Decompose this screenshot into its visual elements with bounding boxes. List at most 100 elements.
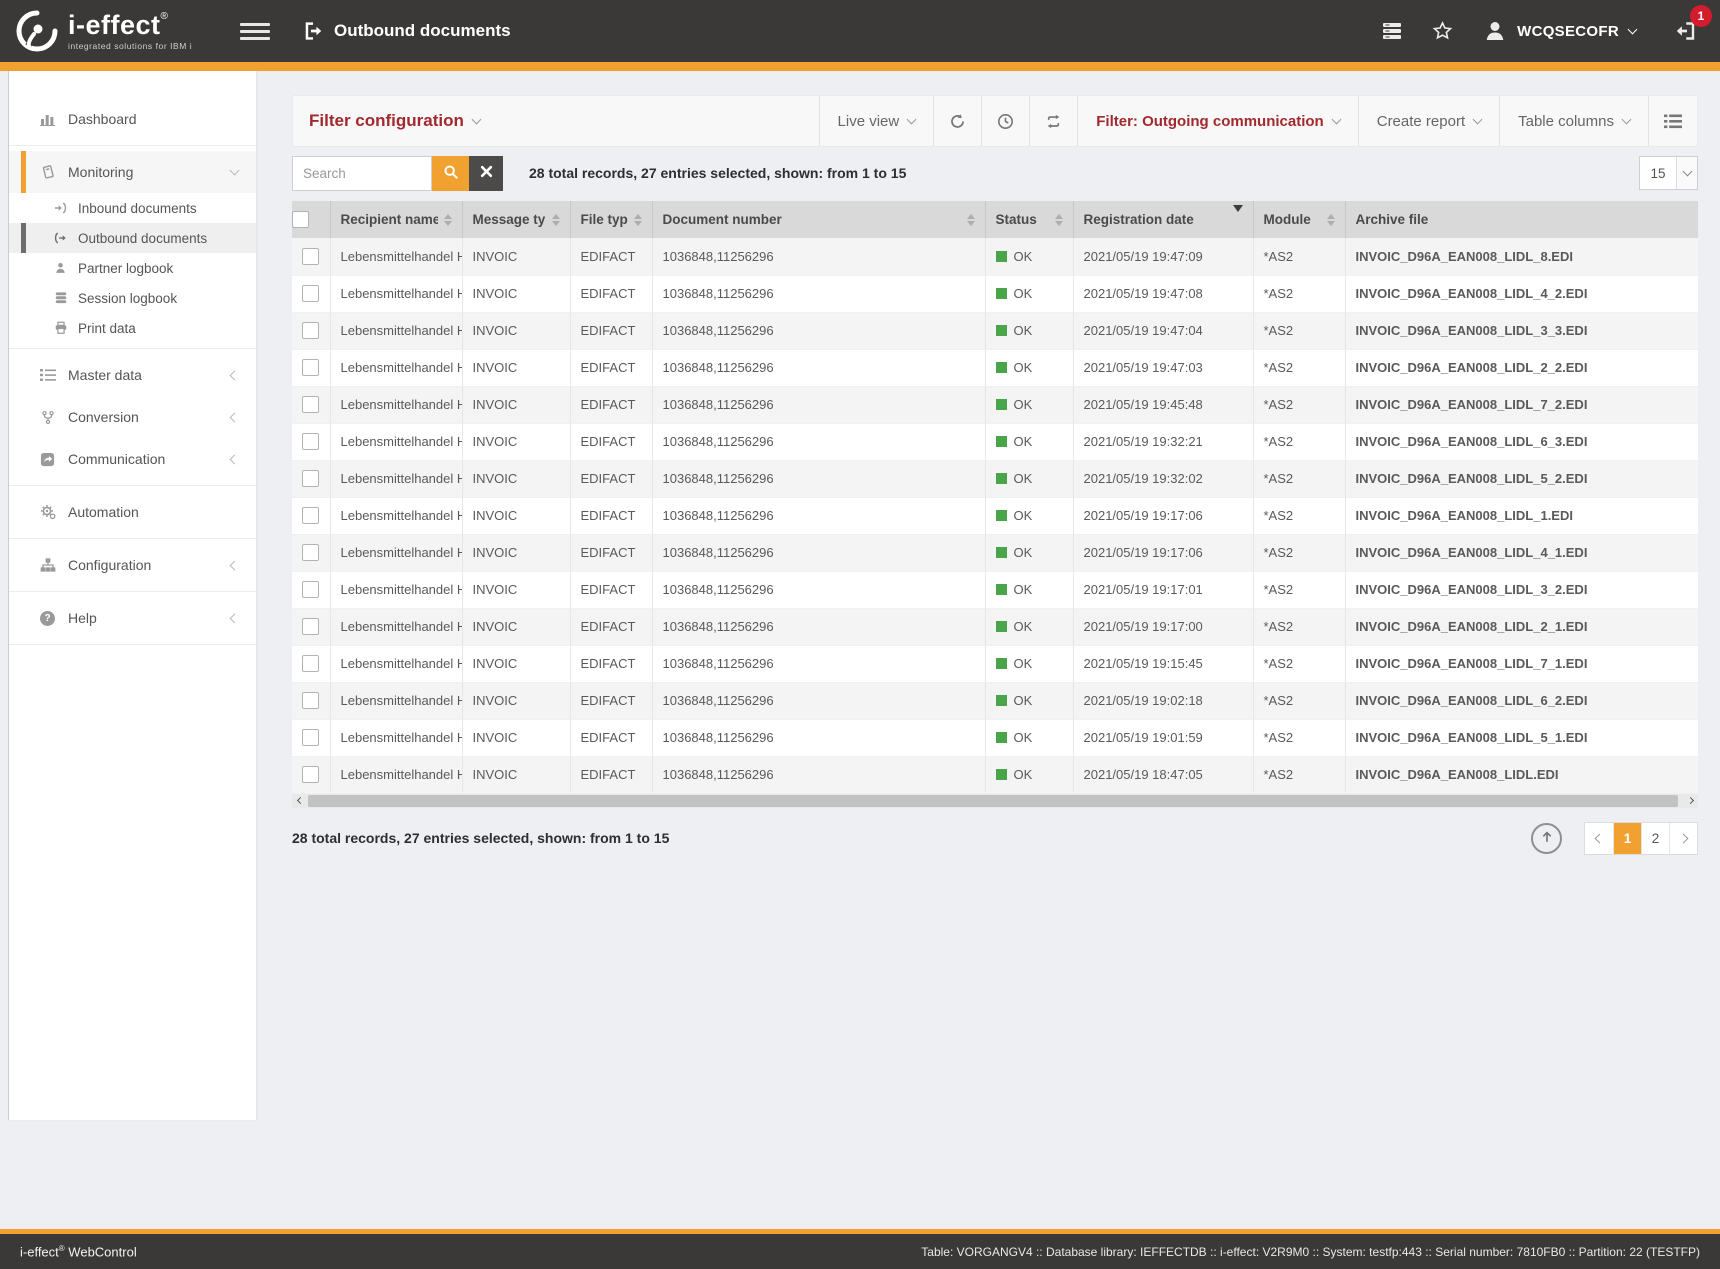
table-row: Lebensmittelhandel Horst Hu INVOIC EDIFA… <box>292 571 1698 608</box>
select-all-checkbox[interactable] <box>292 211 309 228</box>
create-report-dropdown[interactable]: Create report <box>1358 96 1499 146</box>
table-row: Lebensmittelhandel Horst Hu INVOIC EDIFA… <box>292 497 1698 534</box>
column-header-recipient-name[interactable]: Recipient name <box>330 201 462 238</box>
cell-select <box>292 312 330 349</box>
favorite-star-icon[interactable] <box>1432 21 1453 41</box>
filter-configuration-dropdown[interactable]: Filter configuration <box>293 96 819 146</box>
cell-registration-date: 2021/05/19 19:32:02 <box>1073 460 1253 497</box>
sidebar-item-dashboard[interactable]: Dashboard <box>9 98 256 140</box>
chevron-down-icon <box>1473 114 1483 124</box>
sidebar-item-master-data[interactable]: Master data <box>9 354 256 396</box>
footer-status-bar: i-effect® WebControl Table: VORGANGV4 ::… <box>0 1229 1720 1269</box>
sort-desc-icon <box>1227 212 1243 227</box>
column-header-message-type[interactable]: Message type <box>462 201 570 238</box>
cell-file-type: EDIFACT <box>570 497 652 534</box>
cell-document-number: 1036848,11256296 <box>652 460 985 497</box>
row-checkbox[interactable] <box>302 729 319 746</box>
records-summary-top: 28 total records, 27 entries selected, s… <box>529 165 906 181</box>
sidebar-item-help[interactable]: ? Help <box>9 597 256 639</box>
row-checkbox[interactable] <box>302 322 319 339</box>
active-filter-dropdown[interactable]: Filter: Outgoing communication <box>1077 96 1358 146</box>
sidebar-item-outbound-documents[interactable]: Outbound documents <box>9 223 256 253</box>
repeat-icon <box>1045 113 1062 130</box>
scroll-to-top-button[interactable] <box>1531 823 1562 854</box>
cell-module: *AS2 <box>1253 534 1345 571</box>
logout-button[interactable]: 1 <box>1672 19 1696 43</box>
cell-status: OK <box>985 645 1073 682</box>
column-header-archive-file[interactable]: Archive file <box>1345 201 1698 238</box>
page-size-select[interactable]: 15 <box>1639 156 1698 190</box>
scrollbar-thumb[interactable] <box>308 795 1678 807</box>
cell-message-type: INVOIC <box>462 497 570 534</box>
sidebar-item-print-data[interactable]: Print data <box>9 313 256 343</box>
row-checkbox[interactable] <box>302 359 319 376</box>
cell-registration-date: 2021/05/19 19:17:06 <box>1073 534 1253 571</box>
search-input[interactable] <box>292 156 432 191</box>
row-checkbox[interactable] <box>302 396 319 413</box>
row-checkbox[interactable] <box>302 248 319 265</box>
row-checkbox[interactable] <box>302 470 319 487</box>
cell-status: OK <box>985 312 1073 349</box>
cell-registration-date: 2021/05/19 18:47:05 <box>1073 756 1253 793</box>
row-checkbox[interactable] <box>302 507 319 524</box>
row-checkbox[interactable] <box>302 655 319 672</box>
clear-search-button[interactable] <box>469 156 503 191</box>
chevron-down-icon <box>1622 114 1632 124</box>
scroll-right-arrow[interactable] <box>1682 798 1698 803</box>
history-button[interactable] <box>981 96 1029 146</box>
sort-icon <box>628 214 642 226</box>
outbound-title-icon <box>302 20 324 42</box>
sidebar-item-monitoring[interactable]: Monitoring <box>9 151 256 193</box>
row-checkbox[interactable] <box>302 692 319 709</box>
row-checkbox[interactable] <box>302 285 319 302</box>
cell-registration-date: 2021/05/19 19:17:01 <box>1073 571 1253 608</box>
scroll-left-arrow[interactable] <box>292 798 308 803</box>
server-icon[interactable] <box>1382 22 1402 40</box>
repeat-button[interactable] <box>1029 96 1077 146</box>
table-row: Lebensmittelhandel Horst Hu INVOIC EDIFA… <box>292 312 1698 349</box>
cell-archive-file: INVOIC_D96A_EAN008_LIDL_4_2.EDI <box>1345 275 1698 312</box>
cell-recipient-name: Lebensmittelhandel Horst Hu <box>330 608 462 645</box>
column-header-module[interactable]: Module <box>1253 201 1345 238</box>
cell-file-type: EDIFACT <box>570 460 652 497</box>
column-header-document-number[interactable]: Document number <box>652 201 985 238</box>
cell-file-type: EDIFACT <box>570 534 652 571</box>
row-checkbox[interactable] <box>302 618 319 635</box>
column-header-file-type[interactable]: File type <box>570 201 652 238</box>
column-header-status[interactable]: Status <box>985 201 1073 238</box>
user-menu[interactable]: WCQSECOFR <box>1483 19 1636 43</box>
sidebar-item-communication[interactable]: Communication <box>9 438 256 480</box>
row-checkbox[interactable] <box>302 581 319 598</box>
cell-document-number: 1036848,11256296 <box>652 312 985 349</box>
list-view-icon <box>1664 114 1682 129</box>
live-view-dropdown[interactable]: Live view <box>819 96 934 146</box>
table-row: Lebensmittelhandel Horst Hu INVOIC EDIFA… <box>292 608 1698 645</box>
row-checkbox[interactable] <box>302 433 319 450</box>
chevron-left-icon <box>230 412 240 422</box>
pagination-prev-button[interactable] <box>1585 823 1613 854</box>
sidebar-item-partner-logbook[interactable]: Partner logbook <box>9 253 256 283</box>
gears-icon <box>39 504 56 520</box>
sidebar-item-configuration[interactable]: Configuration <box>9 544 256 586</box>
sidebar-item-session-logbook[interactable]: Session logbook <box>9 283 256 313</box>
pagination-page-2[interactable]: 2 <box>1641 823 1669 854</box>
refresh-button[interactable] <box>933 96 981 146</box>
sidebar-item-automation[interactable]: Automation <box>9 491 256 533</box>
column-header-registration-date[interactable]: Registration date <box>1073 201 1253 238</box>
status-ok-icon <box>996 621 1007 632</box>
pagination-next-button[interactable] <box>1669 823 1697 854</box>
sidebar-item-inbound-documents[interactable]: Inbound documents <box>9 193 256 223</box>
footer-system-info: Table: VORGANGV4 :: Database library: IE… <box>921 1245 1700 1259</box>
search-button[interactable] <box>432 156 469 191</box>
list-view-button[interactable] <box>1648 96 1697 146</box>
sidebar-item-conversion[interactable]: Conversion <box>9 396 256 438</box>
pagination-page-1[interactable]: 1 <box>1613 823 1641 854</box>
hamburger-menu-icon[interactable] <box>240 23 270 40</box>
cell-select <box>292 608 330 645</box>
search-icon <box>443 164 459 183</box>
cell-status: OK <box>985 460 1073 497</box>
row-checkbox[interactable] <box>302 544 319 561</box>
row-checkbox[interactable] <box>302 766 319 783</box>
table-columns-dropdown[interactable]: Table columns <box>1499 96 1648 146</box>
cell-select <box>292 275 330 312</box>
